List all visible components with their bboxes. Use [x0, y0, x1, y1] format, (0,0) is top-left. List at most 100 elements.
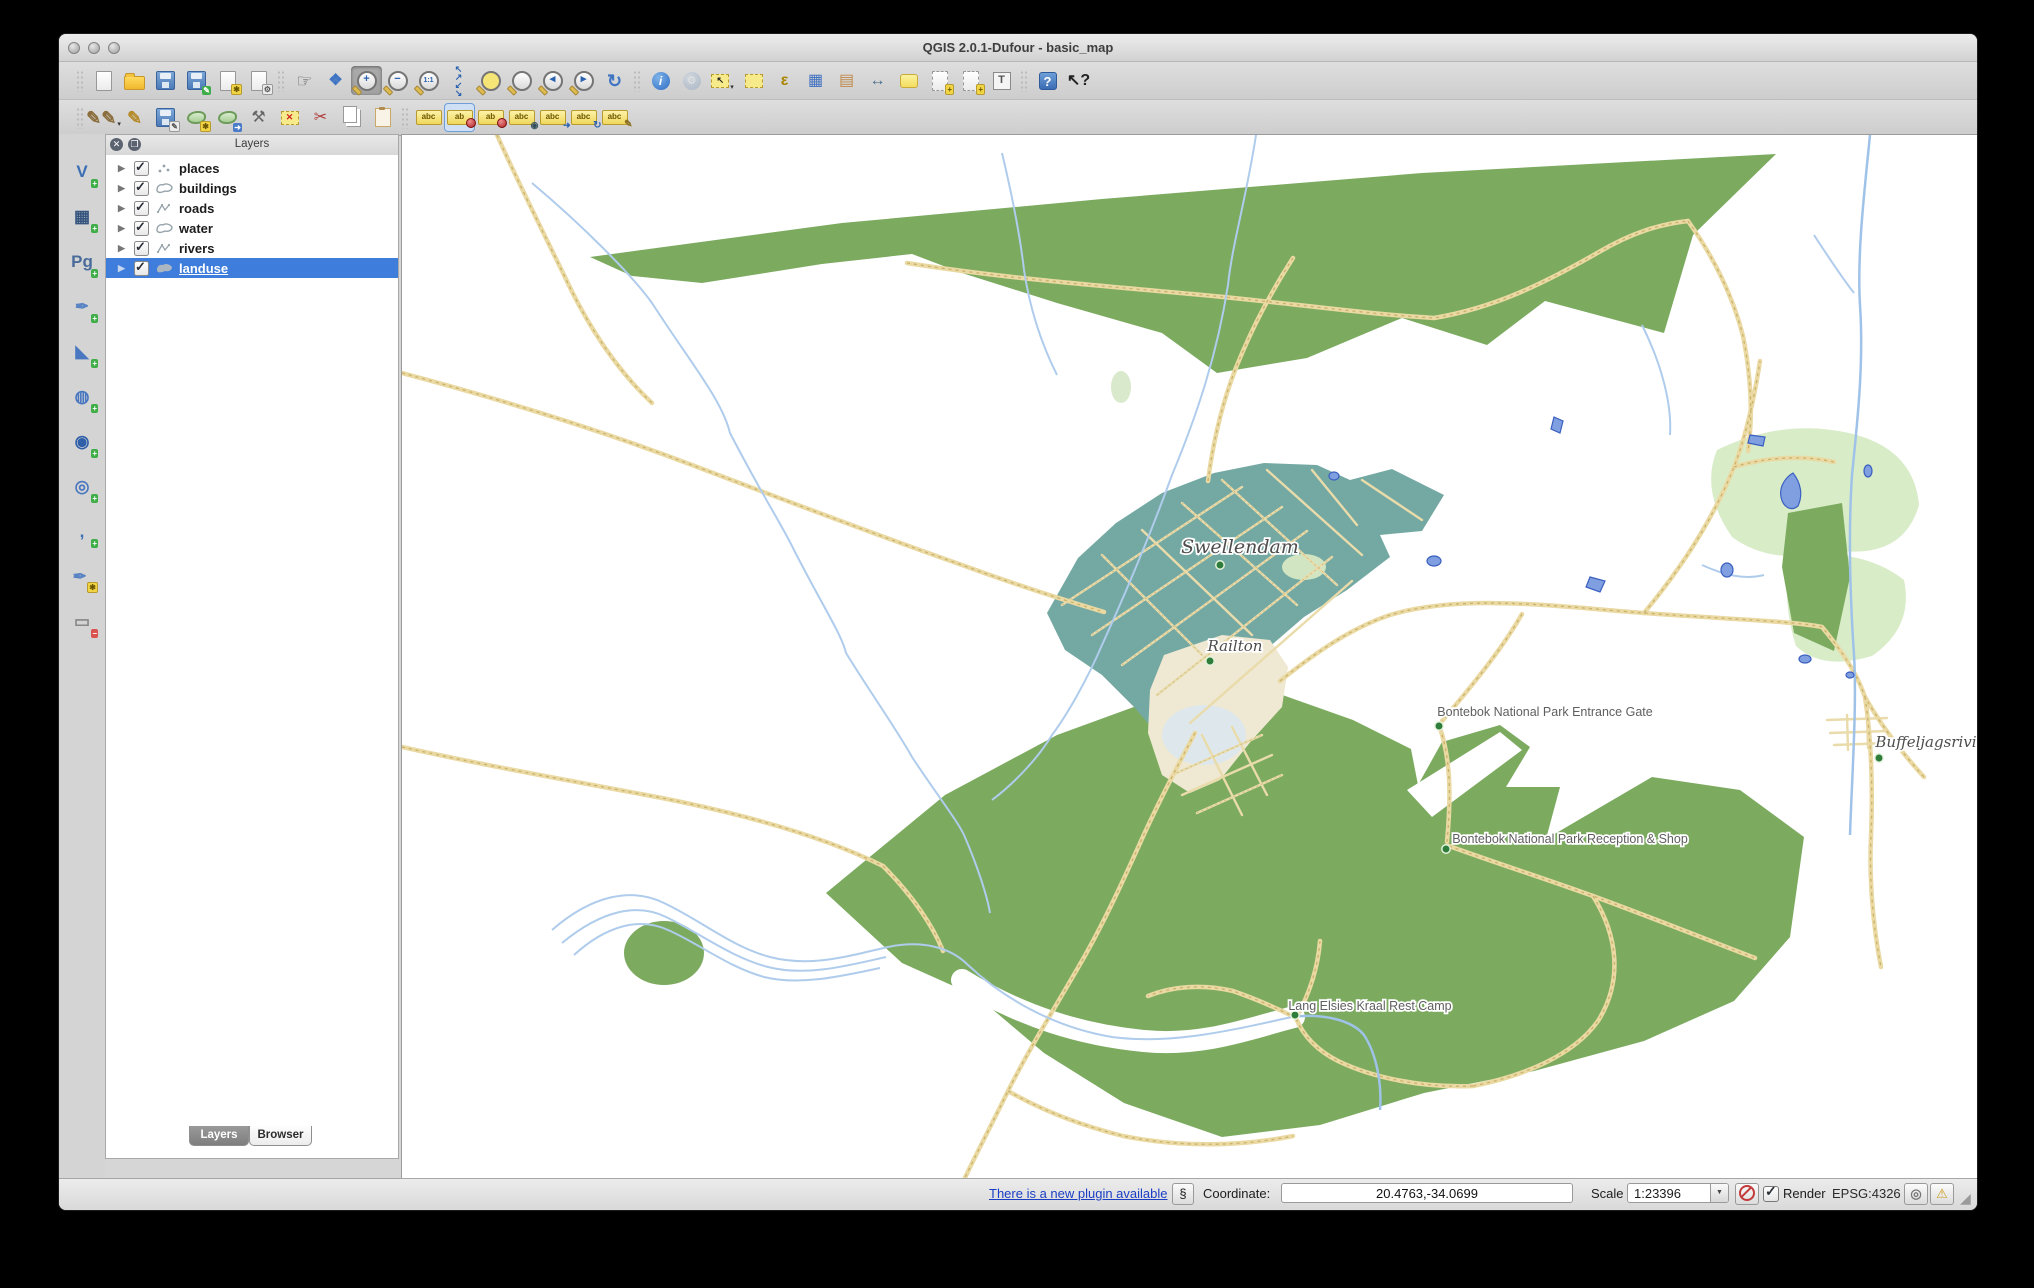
add-spatialite-layer-button[interactable]: ✒+ — [65, 291, 99, 323]
select-by-expression-button[interactable]: ε — [769, 66, 800, 95]
tab-browser[interactable]: Browser — [249, 1126, 312, 1146]
change-label-button[interactable]: abc — [599, 103, 630, 132]
new-bookmark-button[interactable]: + — [924, 66, 955, 95]
layer-visibility-checkbox[interactable] — [134, 181, 149, 196]
new-plugin-link[interactable]: There is a new plugin available — [989, 1186, 1168, 1201]
copy-features-button[interactable] — [336, 103, 367, 132]
delete-selected-button[interactable]: ✕ — [274, 103, 305, 132]
paste-features-button[interactable] — [367, 103, 398, 132]
add-delimited-text-layer-button[interactable]: ,+ — [65, 516, 99, 548]
expand-arrow-icon[interactable]: ▶ — [118, 223, 128, 234]
add-postgis-layer-button[interactable]: Pg+ — [65, 246, 99, 278]
paste-clipboard-icon — [375, 108, 391, 127]
layer-visibility-checkbox[interactable] — [134, 261, 149, 276]
zoom-to-selection-button[interactable] — [475, 66, 506, 95]
layer-visibility-checkbox[interactable] — [134, 221, 149, 236]
current-edits-button[interactable]: ✎✎▾ — [88, 103, 119, 132]
text-annotation-button[interactable]: T — [986, 66, 1017, 95]
help-contents-button[interactable]: ? — [1032, 66, 1063, 95]
labeling-button[interactable]: abc — [413, 103, 444, 132]
new-shapefile-layer-button[interactable]: ✒✱▾ — [65, 561, 99, 593]
chevron-down-icon[interactable]: ▼ — [1710, 1184, 1728, 1202]
title-bar[interactable]: QGIS 2.0.1-Dufour - basic_map — [59, 34, 1977, 62]
add-raster-layer-button[interactable]: ▦+ — [65, 201, 99, 233]
messages-warning-button[interactable]: ⚠ — [1930, 1183, 1954, 1205]
add-mssql-layer-button[interactable]: ◣+ — [65, 336, 99, 368]
refresh-button[interactable]: ↻ — [599, 66, 630, 95]
zoom-full-button[interactable]: ↖↗↙↘ — [444, 66, 475, 95]
render-checkbox[interactable] — [1763, 1186, 1779, 1202]
run-feature-action-button[interactable]: ⚙ — [676, 66, 707, 95]
scale-combobox[interactable]: 1:23396 ▼ — [1627, 1183, 1729, 1203]
resize-grip[interactable]: ◢ — [1960, 1191, 1974, 1205]
layer-row-roads[interactable]: ▶roads — [106, 198, 398, 218]
window-zoom-button[interactable] — [108, 42, 120, 54]
measure-button[interactable]: ↔ — [862, 66, 893, 95]
pan-map-button[interactable]: ☞ — [289, 66, 320, 95]
plugin-icon[interactable]: § — [1172, 1183, 1194, 1205]
identify-button[interactable]: i — [645, 66, 676, 95]
panel-float-icon[interactable]: ❐ — [128, 138, 141, 151]
zoom-actual-button[interactable]: 1:1 — [413, 66, 444, 95]
crs-status-button[interactable]: ◎ — [1904, 1183, 1928, 1205]
zoom-to-layer-button[interactable] — [506, 66, 537, 95]
expand-arrow-icon[interactable]: ▶ — [118, 163, 128, 174]
new-project-button[interactable] — [88, 66, 119, 95]
select-features-button[interactable]: ↖▾ — [707, 66, 738, 95]
panel-close-icon[interactable]: ✕ — [110, 138, 123, 151]
layer-visibility-checkbox[interactable] — [134, 241, 149, 256]
map-tips-button[interactable] — [893, 66, 924, 95]
add-wms-layer-button[interactable]: ◍+ — [65, 381, 99, 413]
add-vector-layer-button[interactable]: V+ — [65, 156, 99, 188]
coordinate-input[interactable] — [1281, 1183, 1573, 1203]
toggle-editing-button[interactable]: ✎ — [119, 103, 150, 132]
new-print-composer-button[interactable]: ✱ — [212, 66, 243, 95]
expand-arrow-icon[interactable]: ▶ — [118, 263, 128, 274]
move-label-button[interactable]: abc — [537, 103, 568, 132]
move-feature-button[interactable]: ➜ — [212, 103, 243, 132]
layer-row-landuse[interactable]: ▶landuse — [106, 258, 398, 278]
layer-row-water[interactable]: ▶water — [106, 218, 398, 238]
cut-features-button[interactable]: ✂ — [305, 103, 336, 132]
pan-to-selection-button[interactable]: ❖ — [320, 66, 351, 95]
map-canvas[interactable]: SwellendamRailtonBuffeljagsrivierBontebo… — [401, 134, 1978, 1181]
map-label: Bontebok National Park Entrance Gate — [1437, 705, 1652, 719]
deselect-features-button[interactable] — [738, 66, 769, 95]
field-calculator-button[interactable]: ▤ — [831, 66, 862, 95]
highlight-pinned-labels-button[interactable]: ab — [475, 103, 506, 132]
expand-arrow-icon[interactable]: ▶ — [118, 183, 128, 194]
add-wfs-layer-button[interactable]: ◎+ — [65, 471, 99, 503]
zoom-next-button[interactable]: ▸ — [568, 66, 599, 95]
window-minimize-button[interactable] — [88, 42, 100, 54]
node-tool-button[interactable]: ⚒ — [243, 103, 274, 132]
whats-this-button[interactable]: ↖? — [1063, 66, 1094, 95]
layer-visibility-checkbox[interactable] — [134, 161, 149, 176]
add-feature-button[interactable]: ✱ — [181, 103, 212, 132]
window-close-button[interactable] — [68, 42, 80, 54]
layer-row-places[interactable]: ▶places — [106, 158, 398, 178]
layer-row-rivers[interactable]: ▶rivers — [106, 238, 398, 258]
open-project-button[interactable] — [119, 66, 150, 95]
show-bookmarks-button[interactable]: + — [955, 66, 986, 95]
zoom-out-button[interactable]: − — [382, 66, 413, 95]
show-hide-labels-button[interactable]: abc — [506, 103, 537, 132]
zoom-in-button[interactable]: + — [351, 66, 382, 95]
save-project-as-button[interactable]: ✎ — [181, 66, 212, 95]
expand-arrow-icon[interactable]: ▶ — [118, 203, 128, 214]
zoom-last-button[interactable]: ◂ — [537, 66, 568, 95]
rotate-label-button[interactable]: abc — [568, 103, 599, 132]
add-wcs-layer-button[interactable]: ◉+ — [65, 426, 99, 458]
stop-render-button[interactable] — [1735, 1183, 1759, 1205]
attribute-table-button[interactable]: ▦ — [800, 66, 831, 95]
composer-manager-button[interactable]: ⚙ — [243, 66, 274, 95]
tab-layers[interactable]: Layers — [189, 1126, 249, 1146]
remove-layer-button[interactable]: ▭− — [65, 606, 99, 638]
new-project-icon — [96, 71, 112, 91]
expand-arrow-icon[interactable]: ▶ — [118, 243, 128, 254]
layer-visibility-checkbox[interactable] — [134, 201, 149, 216]
pin-labels-button[interactable]: ab — [444, 103, 475, 132]
save-layer-edits-button[interactable]: ✎ — [150, 103, 181, 132]
layers-panel-header: ✕ ❐ Layers — [106, 135, 398, 156]
save-project-button[interactable] — [150, 66, 181, 95]
layer-row-buildings[interactable]: ▶buildings — [106, 178, 398, 198]
